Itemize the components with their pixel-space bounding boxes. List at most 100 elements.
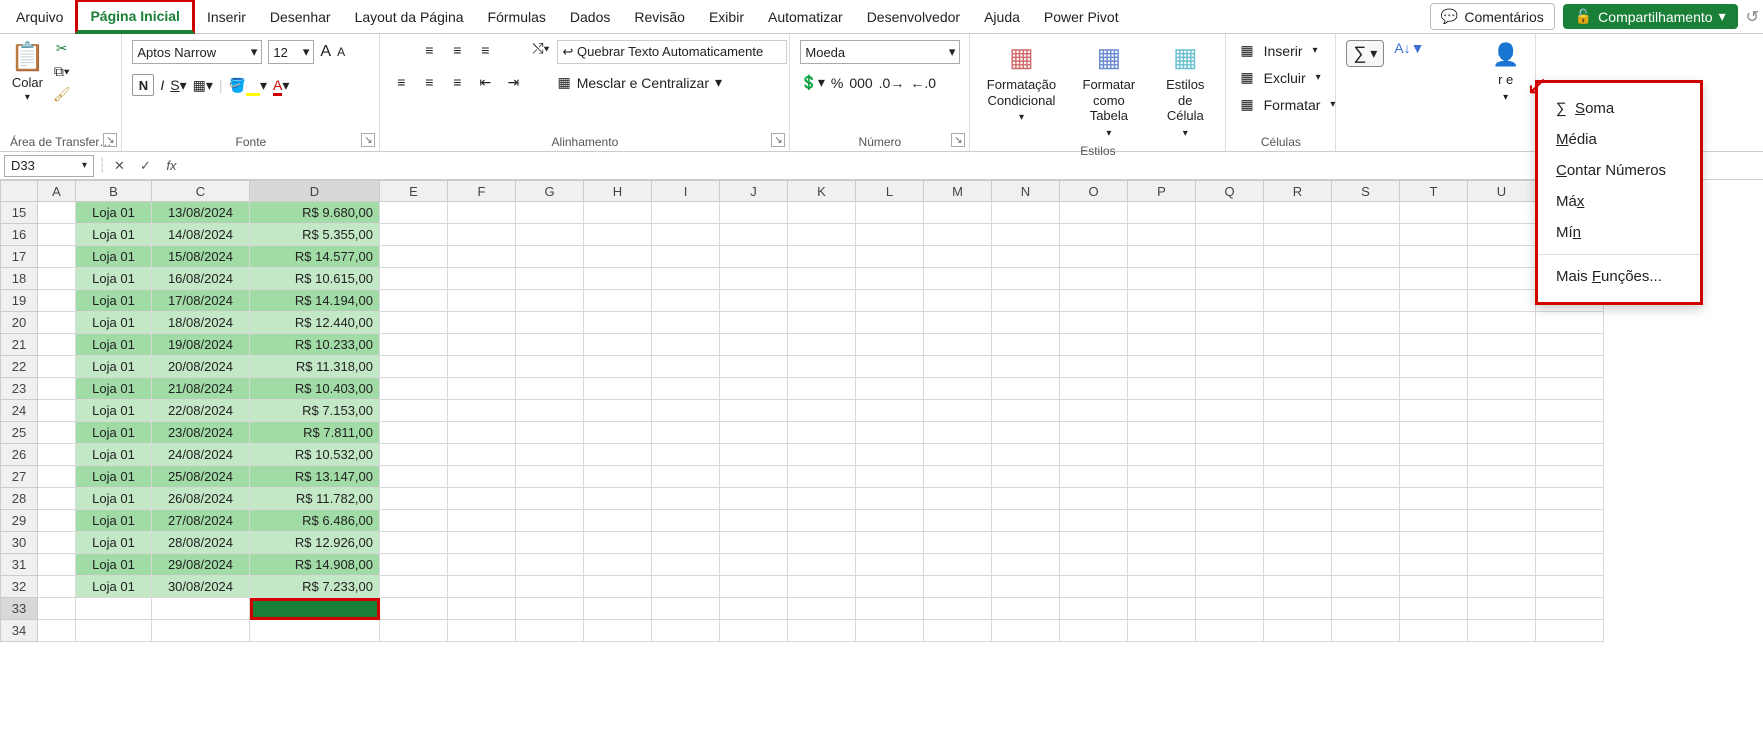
cell[interactable] bbox=[584, 554, 652, 576]
cell[interactable] bbox=[652, 532, 720, 554]
cell[interactable] bbox=[448, 488, 516, 510]
cell[interactable] bbox=[584, 268, 652, 290]
cell[interactable] bbox=[516, 246, 584, 268]
row-header[interactable]: 24 bbox=[0, 400, 38, 422]
cell[interactable] bbox=[516, 598, 584, 620]
cell[interactable] bbox=[1060, 466, 1128, 488]
cell[interactable] bbox=[448, 444, 516, 466]
cell[interactable] bbox=[1060, 444, 1128, 466]
cell[interactable] bbox=[924, 334, 992, 356]
underline-button[interactable]: S▾ bbox=[170, 77, 186, 94]
cell[interactable] bbox=[1400, 466, 1468, 488]
comments-button[interactable]: 💬 Comentários bbox=[1430, 3, 1555, 30]
cell[interactable] bbox=[720, 356, 788, 378]
cell[interactable] bbox=[856, 554, 924, 576]
cell[interactable] bbox=[652, 400, 720, 422]
cell[interactable] bbox=[380, 620, 448, 642]
cell[interactable] bbox=[1264, 576, 1332, 598]
cell[interactable] bbox=[652, 466, 720, 488]
cell[interactable] bbox=[38, 554, 76, 576]
cell[interactable] bbox=[516, 422, 584, 444]
cell[interactable] bbox=[1332, 576, 1400, 598]
cell[interactable] bbox=[1468, 400, 1536, 422]
cell[interactable] bbox=[856, 444, 924, 466]
cell[interactable] bbox=[924, 444, 992, 466]
cell[interactable]: R$ 10.233,00 bbox=[250, 334, 380, 356]
column-header[interactable]: U bbox=[1468, 180, 1536, 202]
cell[interactable]: 17/08/2024 bbox=[152, 290, 250, 312]
tab-formulas[interactable]: Fórmulas bbox=[476, 3, 558, 31]
cell[interactable] bbox=[652, 224, 720, 246]
cell[interactable] bbox=[1196, 554, 1264, 576]
cell[interactable] bbox=[1400, 444, 1468, 466]
cell[interactable] bbox=[448, 224, 516, 246]
tab-arquivo[interactable]: Arquivo bbox=[4, 3, 75, 31]
cell[interactable] bbox=[992, 334, 1060, 356]
cell[interactable] bbox=[788, 576, 856, 598]
cell[interactable] bbox=[856, 598, 924, 620]
cell[interactable] bbox=[1332, 620, 1400, 642]
dialog-launcher-icon[interactable]: ↘ bbox=[103, 133, 117, 147]
cell[interactable] bbox=[38, 422, 76, 444]
format-as-table-button[interactable]: ▦ Formatar como Tabela▾ bbox=[1071, 40, 1148, 142]
cell[interactable] bbox=[38, 620, 76, 642]
cell[interactable] bbox=[924, 598, 992, 620]
cell[interactable] bbox=[924, 202, 992, 224]
cell[interactable] bbox=[720, 444, 788, 466]
cell[interactable] bbox=[1196, 312, 1264, 334]
orientation-button[interactable]: ⤭▾ bbox=[532, 40, 549, 57]
cell[interactable] bbox=[856, 224, 924, 246]
column-header[interactable]: I bbox=[652, 180, 720, 202]
cell[interactable] bbox=[1128, 576, 1196, 598]
bold-button[interactable]: N bbox=[132, 74, 154, 96]
cell[interactable] bbox=[516, 466, 584, 488]
cell[interactable] bbox=[788, 202, 856, 224]
cell[interactable]: Loja 01 bbox=[76, 378, 152, 400]
cell[interactable] bbox=[448, 598, 516, 620]
cell[interactable] bbox=[380, 444, 448, 466]
cell[interactable] bbox=[1060, 378, 1128, 400]
insert-cells-button[interactable]: ▦Inserir▾ bbox=[1236, 40, 1321, 61]
cell[interactable] bbox=[788, 224, 856, 246]
increase-indent-icon[interactable]: ⇥ bbox=[502, 72, 524, 92]
cell[interactable] bbox=[1128, 422, 1196, 444]
cell[interactable] bbox=[1468, 312, 1536, 334]
column-header[interactable]: C bbox=[152, 180, 250, 202]
column-header[interactable]: B bbox=[76, 180, 152, 202]
cell[interactable] bbox=[250, 620, 380, 642]
cell[interactable] bbox=[1128, 510, 1196, 532]
cell[interactable] bbox=[652, 598, 720, 620]
cell[interactable] bbox=[1264, 356, 1332, 378]
cell[interactable]: 24/08/2024 bbox=[152, 444, 250, 466]
cell[interactable] bbox=[1196, 202, 1264, 224]
cell[interactable] bbox=[448, 378, 516, 400]
cell[interactable]: Loja 01 bbox=[76, 334, 152, 356]
name-box[interactable]: D33 ▾ bbox=[4, 155, 94, 177]
cell[interactable] bbox=[584, 290, 652, 312]
cell[interactable] bbox=[1128, 202, 1196, 224]
tab-automatizar[interactable]: Automatizar bbox=[756, 3, 855, 31]
confirm-formula-icon[interactable]: ✓ bbox=[132, 155, 158, 177]
cell[interactable] bbox=[1128, 598, 1196, 620]
cell[interactable] bbox=[38, 246, 76, 268]
cell[interactable] bbox=[992, 576, 1060, 598]
cell[interactable] bbox=[1060, 400, 1128, 422]
cell[interactable] bbox=[720, 466, 788, 488]
cell[interactable] bbox=[1400, 356, 1468, 378]
cell[interactable] bbox=[1400, 246, 1468, 268]
cell[interactable]: R$ 13.147,00 bbox=[250, 466, 380, 488]
cell[interactable] bbox=[516, 378, 584, 400]
tab-ajuda[interactable]: Ajuda bbox=[972, 3, 1032, 31]
cell[interactable] bbox=[1536, 598, 1604, 620]
cell[interactable] bbox=[1536, 488, 1604, 510]
cell[interactable] bbox=[788, 488, 856, 510]
cancel-formula-icon[interactable]: ✕ bbox=[106, 155, 132, 177]
cell[interactable] bbox=[38, 598, 76, 620]
cell[interactable] bbox=[1060, 422, 1128, 444]
cell[interactable]: Loja 01 bbox=[76, 576, 152, 598]
cell[interactable] bbox=[584, 246, 652, 268]
cell[interactable] bbox=[1264, 554, 1332, 576]
cell[interactable] bbox=[1400, 576, 1468, 598]
currency-icon[interactable]: 💲▾ bbox=[800, 74, 824, 91]
tab-exibir[interactable]: Exibir bbox=[697, 3, 756, 31]
